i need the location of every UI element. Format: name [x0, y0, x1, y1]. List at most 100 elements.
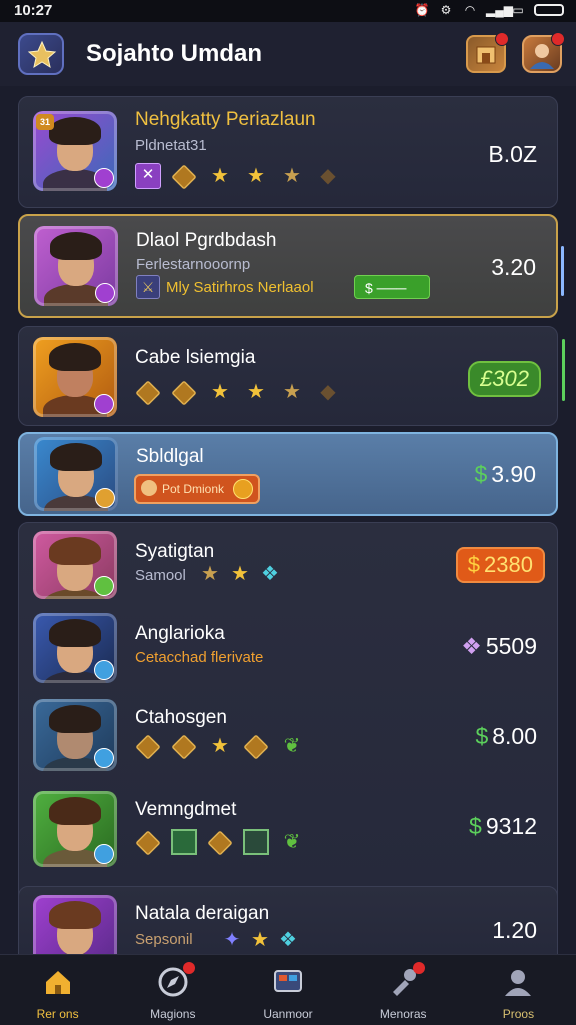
avatar: 31	[33, 111, 117, 191]
crate-icon	[171, 733, 197, 760]
character-name: Syatigtan	[135, 541, 215, 562]
character-name: Nehgkatty Periazlaun	[135, 109, 316, 130]
nav-label: Magions	[150, 1007, 196, 1021]
price-label: $8.00	[475, 723, 537, 749]
sword-icon: ✕	[135, 163, 161, 189]
nav-label: Uanmoor	[263, 1007, 313, 1021]
signal-icon: ▂▄▆	[486, 3, 513, 17]
gem-icon: ❖	[279, 929, 297, 951]
power-tag-button[interactable]: Pot Dmionk	[134, 474, 261, 504]
buy-button[interactable]: $ ───	[354, 275, 430, 299]
leaf-icon: ❦	[283, 735, 301, 757]
reward-icons: ★ ★ ❖	[197, 561, 283, 587]
list-item[interactable]: Sbldlgal Pot Dmionk $3.90	[18, 432, 558, 516]
battery-icon	[534, 4, 564, 16]
crate-icon	[243, 733, 269, 760]
app-header: Sojahto Umdan	[0, 22, 576, 86]
tools-icon	[387, 962, 426, 998]
character-subtitle: Cetacchad flerivate	[135, 649, 264, 666]
star-icon: ★	[247, 165, 265, 187]
bottom-nav: Rer ons Magions Uanmoor Menoras Proos	[0, 954, 576, 1025]
coin-icon	[141, 480, 157, 496]
avatar	[33, 337, 117, 417]
wifi-icon: ◠	[464, 3, 476, 17]
character-subtitle: Pldnetat31	[135, 137, 207, 154]
emerald-icon	[171, 829, 197, 855]
shop-button[interactable]	[466, 32, 509, 73]
nav-item-media[interactable]: Uanmoor	[230, 955, 345, 1025]
special-offer: ⚔ Mly Satirhros Nerlaaol	[136, 275, 314, 299]
avatar	[34, 226, 118, 306]
status-time: 10:27	[14, 2, 53, 19]
compass-icon	[157, 962, 195, 998]
price-badge: $2380	[455, 547, 545, 583]
character-name: Vemngdmet	[135, 799, 237, 820]
notification-badge	[495, 32, 509, 46]
character-name: Natala deraigan	[135, 903, 270, 924]
nav-item-profile[interactable]: Proos	[461, 955, 576, 1025]
star-logo-icon	[27, 40, 57, 69]
price-label: 3.20	[491, 254, 536, 280]
status-bar: 10:27 ⏰ ⚙ ◠ ▂▄▆ ▭	[0, 0, 576, 22]
list-item[interactable]: Dlaol Pgrdbdash Ferlestarnooornp ⚔ Mly S…	[18, 214, 564, 318]
star-icon: ★	[211, 735, 229, 757]
reward-icons: ✕ ★ ★ ★ ◆	[135, 163, 341, 190]
leaf-icon: ❦	[283, 831, 301, 853]
nav-label: Rer ons	[36, 1007, 79, 1021]
gold-orb-icon	[233, 479, 254, 499]
avatar	[33, 895, 117, 954]
nav-item-tools[interactable]: Menoras	[346, 955, 461, 1025]
price-label: $3.90	[474, 461, 536, 487]
notification-badge	[413, 962, 426, 974]
crate-icon	[171, 163, 197, 190]
avatar	[33, 613, 117, 683]
screen-icon	[272, 966, 304, 998]
crate-icon	[135, 733, 161, 760]
nav-item-home[interactable]: Rer ons	[0, 955, 115, 1025]
star-icon: ★	[201, 563, 219, 585]
star-icon: ★	[283, 381, 301, 403]
list-item[interactable]: Cabe lsiemgia ★ ★ ★ ◆ £302	[18, 326, 565, 426]
character-name: Cabe lsiemgia	[135, 347, 256, 368]
character-name: Dlaol Pgrdbdash	[136, 230, 277, 251]
character-list[interactable]: 31 Nehgkatty Periazlaun Pldnetat31 ✕ ★ ★…	[0, 86, 576, 954]
avatar	[33, 699, 117, 771]
reward-icons: ✦ ★ ❖	[219, 927, 301, 953]
sim-icon: ▭	[512, 3, 524, 17]
star-icon: ★	[211, 381, 229, 403]
price-badge: £302	[468, 361, 541, 397]
crate-icon	[171, 379, 197, 406]
home-icon	[42, 966, 74, 998]
avatar	[34, 437, 118, 511]
crate-icon	[207, 829, 233, 856]
nav-label: Proos	[502, 1007, 535, 1021]
character-subtitle: Sepsonil	[135, 931, 193, 948]
app-logo[interactable]	[18, 33, 64, 75]
character-subtitle: Samool	[135, 567, 186, 584]
star-icon: ★	[211, 165, 229, 187]
star-icon: ★	[231, 563, 249, 585]
shield-icon: ◆	[320, 381, 336, 403]
notification-badge	[182, 962, 195, 974]
character-name: Ctahosgen	[135, 707, 227, 728]
list-item[interactable]: 31 Nehgkatty Periazlaun Pldnetat31 ✕ ★ ★…	[18, 96, 558, 208]
profile-button[interactable]	[522, 32, 565, 73]
star-icon: ★	[251, 929, 269, 951]
star-icon: ★	[247, 381, 265, 403]
reward-icons: ❦	[135, 829, 305, 856]
status-icons: ⏰ ⚙ ◠ ▂▄▆ ▭	[414, 3, 564, 17]
sword-icon: ⚔	[136, 275, 160, 299]
character-name: Sbldlgal	[136, 446, 204, 467]
list-item[interactable]: Natala deraigan Sepsonil ✦ ★ ❖ 1.20	[18, 886, 558, 954]
profile-icon	[502, 966, 534, 998]
price-label: ❖ 5509	[461, 633, 537, 659]
settings-icon: ⚙	[440, 3, 452, 17]
gem-icon: ❖	[261, 563, 279, 585]
alarm-icon: ⏰	[414, 3, 430, 17]
character-name: Anglarioka	[135, 623, 225, 644]
notification-badge	[551, 32, 565, 46]
gem-icon: ✦	[223, 929, 241, 951]
crate-icon	[135, 829, 161, 856]
nav-item-missions[interactable]: Magions	[115, 955, 230, 1025]
reward-icons: ★ ❦	[135, 733, 305, 760]
